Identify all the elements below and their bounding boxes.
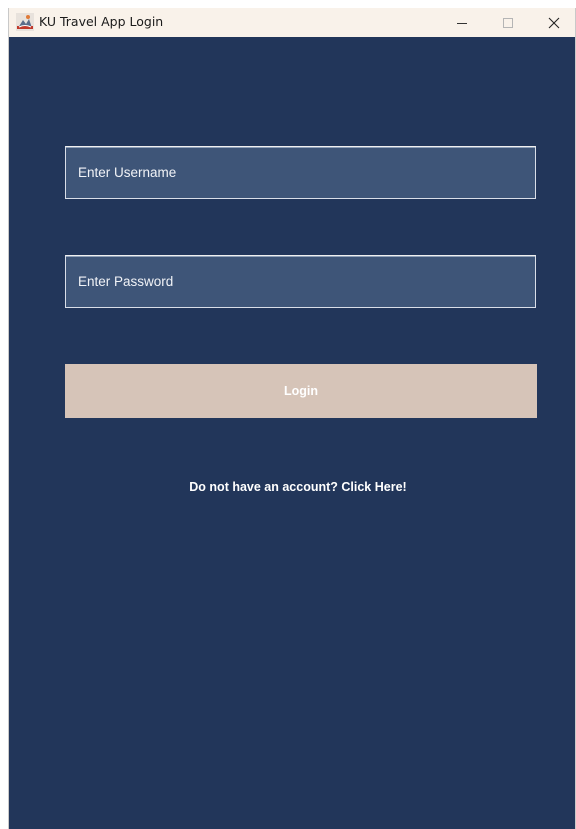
minimize-icon	[457, 22, 467, 24]
password-input[interactable]	[66, 256, 535, 307]
login-button[interactable]: Login	[65, 364, 537, 418]
maximize-icon	[503, 17, 513, 28]
java-app-icon	[16, 13, 34, 31]
password-field-container	[65, 255, 536, 308]
close-button[interactable]	[531, 8, 575, 37]
window-title: KU Travel App Login	[39, 14, 164, 29]
username-input[interactable]	[66, 147, 535, 198]
signup-link[interactable]: Do not have an account? Click Here!	[9, 480, 575, 494]
title-bar[interactable]: KU Travel App Login	[9, 8, 575, 37]
login-panel: Login Do not have an account? Click Here…	[9, 37, 575, 829]
username-field-container	[65, 146, 536, 199]
minimize-button[interactable]	[439, 8, 485, 37]
maximize-button[interactable]	[485, 8, 531, 37]
login-window: KU Travel App Login Login Do not have	[8, 8, 576, 829]
close-icon	[548, 17, 560, 28]
